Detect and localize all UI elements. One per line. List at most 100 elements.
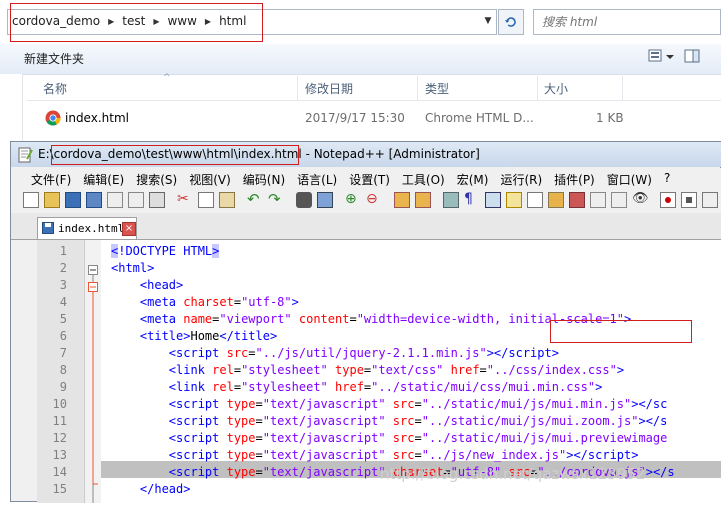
title-drive: E: — [38, 147, 50, 161]
line-number: 11 — [52, 414, 67, 428]
line-number: 1 — [59, 244, 67, 258]
function-list-icon[interactable] — [548, 192, 564, 208]
start-recording-icon[interactable] — [660, 192, 676, 208]
redo-icon[interactable]: ↷ — [268, 192, 284, 208]
column-type[interactable]: 类型 — [425, 80, 449, 97]
file-size: 1 KB — [596, 111, 624, 125]
menu-file[interactable]: 文件(F) — [25, 171, 77, 188]
title-bar[interactable]: E:\cordova_demo\test\www\html\index.html… — [11, 142, 721, 167]
tab-index-html[interactable]: index.html × — [37, 217, 137, 239]
code-line: <script src="../js/util/jquery-2.1.1.min… — [111, 346, 559, 360]
folder-workspace-icon[interactable] — [569, 192, 585, 208]
zoom-in-icon[interactable]: ⊕ — [345, 192, 361, 208]
code-line: <head> — [111, 278, 184, 292]
view-buttons — [648, 48, 700, 64]
menu-language[interactable]: 语言(L) — [291, 171, 343, 188]
line-number: 4 — [59, 295, 67, 309]
save-all-icon[interactable] — [86, 192, 102, 208]
menu-settings[interactable]: 设置(T) — [343, 171, 396, 188]
print-icon[interactable] — [149, 192, 165, 208]
file-row[interactable]: index.html 2017/9/17 15:30 Chrome HTML D… — [27, 104, 721, 132]
line-number: 9 — [59, 380, 67, 394]
code-line: <!DOCTYPE HTML> — [111, 244, 220, 258]
undo-icon[interactable]: ↶ — [247, 192, 263, 208]
menu-run[interactable]: 运行(R) — [494, 171, 548, 188]
eye-icon[interactable]: 👁 — [632, 192, 649, 208]
column-divider[interactable] — [537, 76, 538, 100]
code-line: <meta charset="utf-8"> — [111, 295, 299, 309]
chevron-down-icon[interactable]: ▼ — [480, 9, 496, 33]
line-number-gutter: 1 2 3 4 5 6 7 8 9 10 11 12 13 14 15 — [37, 240, 85, 503]
menu-macro[interactable]: 宏(M) — [451, 171, 495, 188]
line-number: 2 — [59, 261, 67, 275]
save-icon[interactable] — [65, 192, 81, 208]
code-line: <script type="text/javascript" src="../s… — [111, 397, 668, 411]
navigation-pane[interactable] — [0, 74, 23, 146]
red-annotation-box — [51, 145, 299, 165]
red-annotation-box — [10, 3, 263, 42]
close-file-icon[interactable] — [107, 192, 123, 208]
user-language-icon[interactable] — [506, 192, 522, 208]
menu-bar: 文件(F) 编辑(E) 搜索(S) 视图(V) 编码(N) 语言(L) 设置(T… — [11, 168, 721, 189]
menu-tools[interactable]: 工具(O) — [396, 171, 451, 188]
code-line: <script type="text/javascript" src="../j… — [111, 448, 639, 462]
copy-icon[interactable] — [198, 192, 214, 208]
column-divider[interactable] — [622, 76, 623, 100]
close-icon[interactable]: × — [122, 222, 136, 236]
toolbar: ✂ ↶ ↷ ⊕ ⊖ ¶ 👁 — [11, 189, 721, 213]
line-number: 14 — [52, 465, 67, 479]
zoom-out-icon[interactable]: ⊖ — [366, 192, 382, 208]
macro-record-icon[interactable] — [611, 192, 627, 208]
playback-icon[interactable] — [702, 192, 718, 208]
sync-scroll-v-icon[interactable] — [394, 192, 410, 208]
column-date[interactable]: 修改日期 — [305, 80, 353, 97]
column-size[interactable]: 大小 — [544, 80, 568, 97]
sort-arrow-icon: ^ — [163, 73, 171, 83]
cut-icon[interactable]: ✂ — [177, 192, 193, 208]
code-line: <link rel="stylesheet" type="text/css" h… — [111, 363, 625, 377]
stop-recording-icon[interactable] — [681, 192, 697, 208]
fold-margin — [85, 240, 101, 503]
doc-map-icon[interactable] — [527, 192, 543, 208]
column-divider[interactable] — [417, 76, 418, 100]
menu-plugins[interactable]: 插件(P) — [548, 171, 601, 188]
refresh-button[interactable] — [498, 9, 524, 35]
file-name[interactable]: index.html — [65, 111, 129, 125]
view-options-icon[interactable] — [648, 48, 676, 64]
new-file-icon[interactable] — [23, 192, 39, 208]
replace-icon[interactable] — [317, 192, 333, 208]
column-header: 名称 ^ 修改日期 类型 大小 — [27, 73, 721, 101]
menu-search[interactable]: 搜索(S) — [130, 171, 183, 188]
fold-markers-icon[interactable] — [85, 240, 101, 503]
indent-guide-icon[interactable] — [485, 192, 501, 208]
menu-edit[interactable]: 编辑(E) — [77, 171, 130, 188]
search-input[interactable] — [540, 10, 694, 34]
close-all-icon[interactable] — [128, 192, 144, 208]
menu-help[interactable]: ? — [658, 171, 676, 188]
column-divider[interactable] — [297, 76, 298, 100]
menu-window[interactable]: 窗口(W) — [601, 171, 658, 188]
explorer-window: cordova_demo ▶ test ▶ www ▶ html ▼ 新建文件夹 — [0, 0, 721, 146]
line-number: 12 — [52, 431, 67, 445]
file-date: 2017/9/17 15:30 — [305, 111, 405, 125]
code-editor[interactable]: 1 2 3 4 5 6 7 8 9 10 11 12 13 14 15 <!DO… — [37, 240, 721, 503]
line-number: 10 — [52, 397, 67, 411]
find-icon[interactable] — [296, 192, 312, 208]
line-number: 13 — [52, 448, 67, 462]
show-all-chars-icon[interactable]: ¶ — [464, 192, 480, 208]
word-wrap-icon[interactable] — [443, 192, 459, 208]
command-bar — [0, 44, 721, 75]
column-name[interactable]: 名称 — [43, 80, 67, 97]
sync-scroll-h-icon[interactable] — [415, 192, 431, 208]
monitoring-icon[interactable] — [590, 192, 606, 208]
new-folder-button[interactable]: 新建文件夹 — [24, 50, 84, 67]
search-box[interactable] — [533, 9, 721, 35]
open-file-icon[interactable] — [44, 192, 60, 208]
menu-view[interactable]: 视图(V) — [183, 171, 237, 188]
code-line: <script type="text/javascript" src="../s… — [111, 431, 668, 445]
file-type: Chrome HTML D... — [425, 111, 534, 125]
menu-encoding[interactable]: 编码(N) — [237, 171, 291, 188]
paste-icon[interactable] — [219, 192, 235, 208]
notepad-plus-plus-icon — [18, 147, 33, 163]
preview-pane-icon[interactable] — [684, 48, 700, 64]
